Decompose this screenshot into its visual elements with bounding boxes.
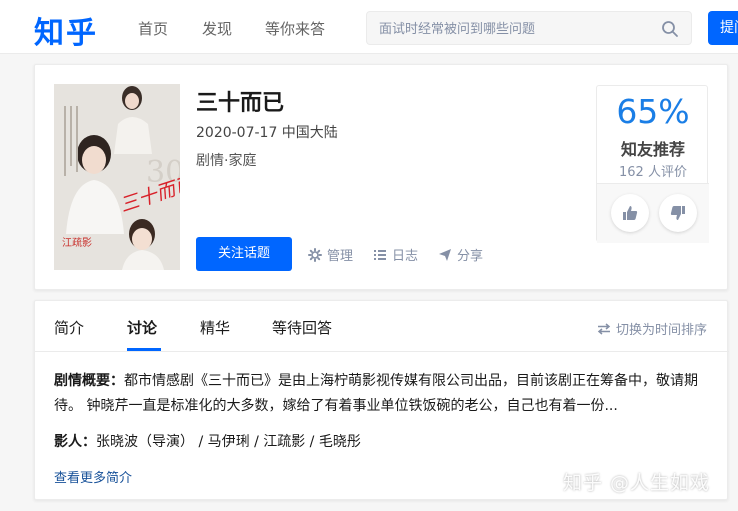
manage-label: 管理 <box>327 249 354 264</box>
gear-icon <box>308 247 322 262</box>
ask-question-button[interactable]: 提问 <box>708 11 738 45</box>
log-button[interactable]: 日志 <box>373 245 418 264</box>
topic-poster-image[interactable]: 30 三十而已 江疏影 <box>54 84 180 270</box>
thumbs-down-button[interactable] <box>659 194 697 232</box>
tabs-divider <box>35 351 729 352</box>
search-box <box>366 11 692 45</box>
rating-count[interactable]: 162 人评价 <box>597 161 709 180</box>
tab-waiting-answers[interactable]: 等待回答 <box>272 317 332 338</box>
nav-explore[interactable]: 发现 <box>202 18 232 39</box>
tab-discussion[interactable]: 讨论 <box>127 317 157 338</box>
tab-intro[interactable]: 简介 <box>54 317 84 338</box>
topic-summary: 剧情概要：都市情感剧《三十而已》是由上海柠萌影视传媒有限公司出品，目前该剧正在筹… <box>54 369 710 419</box>
rating-label: 知友推荐 <box>620 140 685 159</box>
watermark-text: 知乎 @人生如戏 <box>563 472 711 494</box>
nav-waiting-answers[interactable]: 等你来答 <box>265 18 325 39</box>
topic-genre: 剧情·家庭 <box>196 153 257 169</box>
sort-toggle-button[interactable]: 切换为时间排序 <box>597 319 707 338</box>
topic-cast: 影人：张晓波（导演） / 马伊琍 / 江疏影 / 毛晓彤 <box>54 431 361 451</box>
rating-percent: 65% <box>616 92 690 131</box>
thumbs-up-button[interactable] <box>611 194 649 232</box>
cast-label: 影人： <box>54 434 96 450</box>
log-label: 日志 <box>392 249 419 264</box>
search-icon[interactable] <box>661 20 679 38</box>
list-icon <box>374 249 386 260</box>
topic-title: 三十而已 <box>196 91 285 116</box>
manage-button[interactable]: 管理 <box>308 245 353 264</box>
summary-text: 都市情感剧《三十而已》是由上海柠萌影视传媒有限公司出品，目前该剧正在筹备中，敬请… <box>54 373 698 414</box>
share-button[interactable]: 分享 <box>438 245 483 264</box>
thumbs-up-icon <box>623 206 638 220</box>
vote-area <box>597 183 709 243</box>
poster-actor-text: 江疏影 <box>62 236 92 249</box>
thumbs-down-icon <box>670 206 685 220</box>
share-label: 分享 <box>457 249 484 264</box>
zhihu-logo[interactable]: 知乎 <box>34 8 98 52</box>
search-input[interactable] <box>379 19 659 39</box>
sort-toggle-label: 切换为时间排序 <box>615 323 707 338</box>
topic-header-card: 30 三十而已 江疏影 三十而已 2020-07-17 中国大陆 剧情·家庭 关… <box>34 64 728 290</box>
swap-icon <box>597 322 611 335</box>
topic-release-info: 2020-07-17 中国大陆 <box>196 125 338 141</box>
follow-topic-button[interactable]: 关注话题 <box>196 237 292 271</box>
top-navbar: 知乎 首页 发现 等你来答 提问 <box>0 0 738 54</box>
nav-home[interactable]: 首页 <box>138 18 168 39</box>
tab-essence[interactable]: 精华 <box>200 317 230 338</box>
cast-text: 张晓波（导演） / 马伊琍 / 江疏影 / 毛晓彤 <box>96 434 361 450</box>
summary-label: 剧情概要： <box>54 373 124 389</box>
rating-box: 65% 知友推荐 162 人评价 <box>596 85 709 243</box>
view-more-intro-link[interactable]: 查看更多简介 <box>54 467 132 486</box>
paper-plane-icon <box>439 248 451 261</box>
